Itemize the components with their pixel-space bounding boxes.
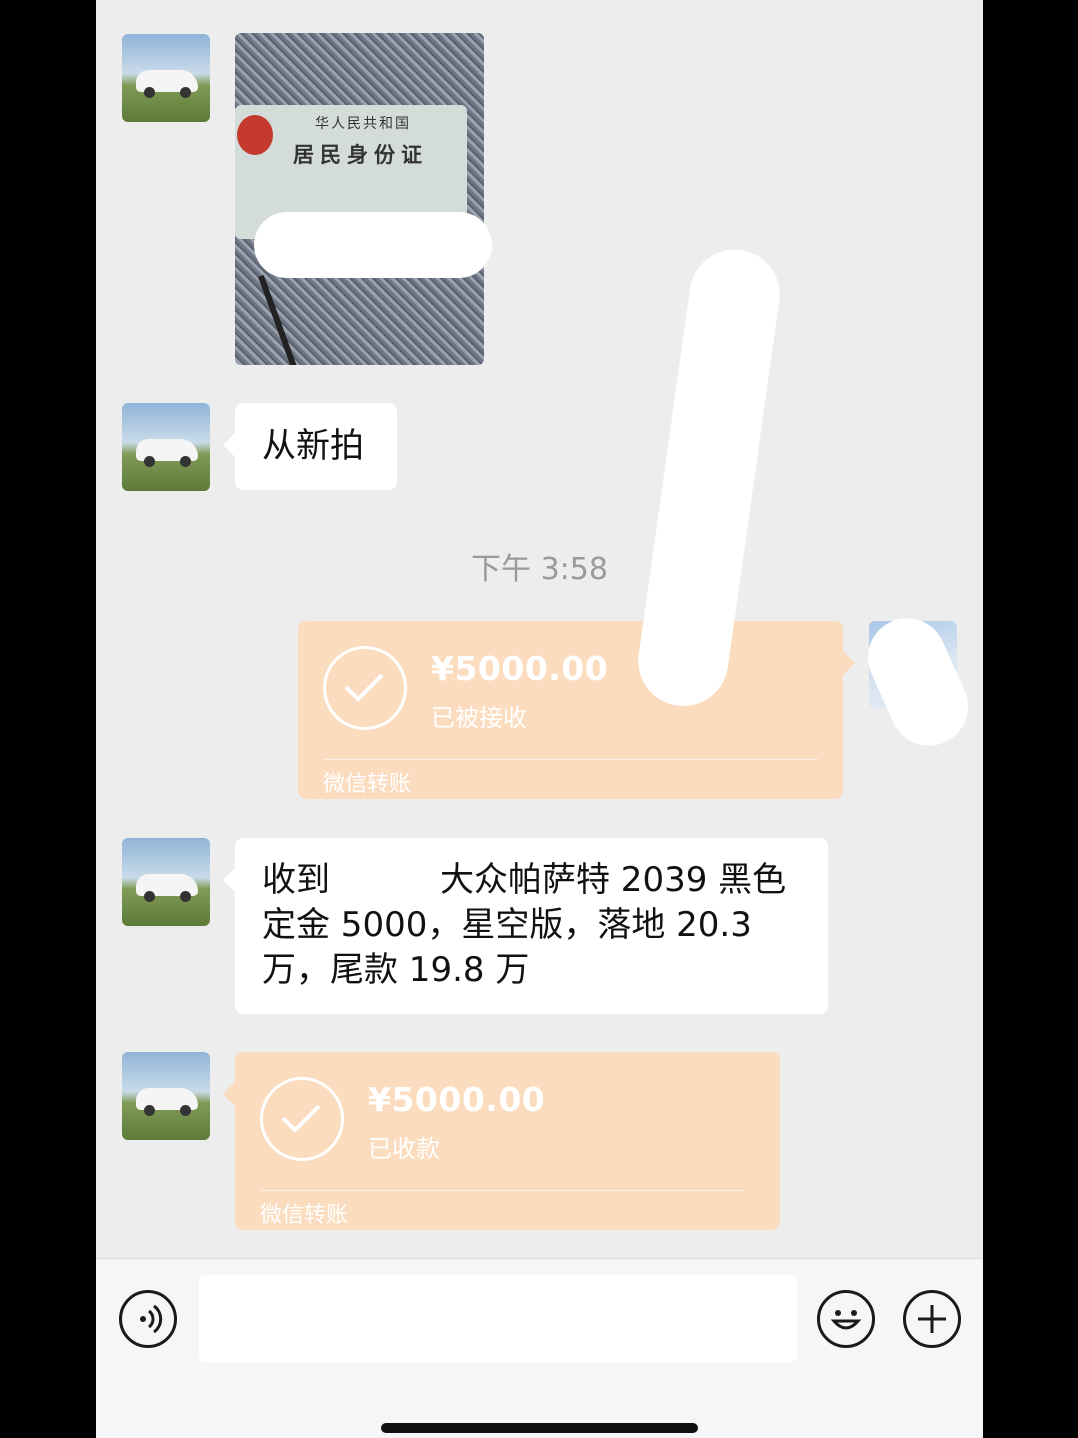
emoji-button[interactable] — [817, 1290, 875, 1348]
transfer-amount: ¥5000.00 — [431, 649, 609, 688]
redaction-mark — [332, 850, 442, 902]
message-timestamp: 下午 3:58 — [471, 552, 608, 587]
message-bubble[interactable]: 从新拍 — [223, 403, 397, 490]
voice-button[interactable] — [119, 1290, 177, 1348]
check-icon — [323, 646, 407, 730]
emoji-icon — [830, 1310, 862, 1330]
card-text-line1: 华人民共和国 — [315, 116, 411, 132]
transfer-status: 已收款 — [368, 1135, 440, 1163]
redaction-mark — [254, 212, 492, 278]
contact-avatar[interactable] — [122, 838, 210, 926]
message-text: 收到 — [262, 860, 330, 900]
message-text: 万，尾款 19.8 万 — [262, 950, 530, 990]
transfer-label: 微信转账 — [260, 1203, 349, 1228]
input-bar — [96, 1258, 983, 1438]
voice-icon — [140, 1304, 163, 1334]
contact-avatar[interactable] — [122, 403, 210, 491]
message-input[interactable] — [199, 1275, 797, 1362]
transfer-status: 已被接收 — [431, 704, 527, 732]
message-bubble[interactable]: 收到 大众帕萨特 2039 黑色 定金 5000，星空版，落地 20.3 万，尾款… — [223, 838, 828, 1014]
national-emblem-icon — [237, 115, 273, 155]
chat-screen: 华人民共和国 居民身份证 从新拍 下午 3:58 ¥5000.00 已被接收 微… — [96, 0, 983, 1438]
transfer-card-received[interactable]: ¥5000.00 已收款 微信转账 — [223, 1052, 780, 1230]
contact-avatar[interactable] — [122, 34, 210, 122]
plus-icon — [918, 1305, 946, 1333]
more-button[interactable] — [903, 1290, 961, 1348]
transfer-amount: ¥5000.00 — [368, 1080, 546, 1119]
message-text: 定金 5000，星空版，落地 20.3 — [262, 905, 752, 945]
message-text: 从新拍 — [262, 426, 364, 466]
transfer-card-sent[interactable]: ¥5000.00 已被接收 微信转账 — [298, 621, 855, 799]
check-icon — [260, 1077, 344, 1161]
transfer-label: 微信转账 — [323, 772, 412, 797]
contact-avatar[interactable] — [122, 1052, 210, 1140]
divider — [260, 1190, 745, 1191]
divider — [323, 759, 818, 760]
home-indicator[interactable] — [381, 1423, 698, 1433]
message-text: 大众帕萨特 2039 黑色 — [440, 860, 787, 900]
card-text-line2: 居民身份证 — [293, 142, 428, 167]
id-card-photo[interactable]: 华人民共和国 居民身份证 — [235, 33, 484, 365]
